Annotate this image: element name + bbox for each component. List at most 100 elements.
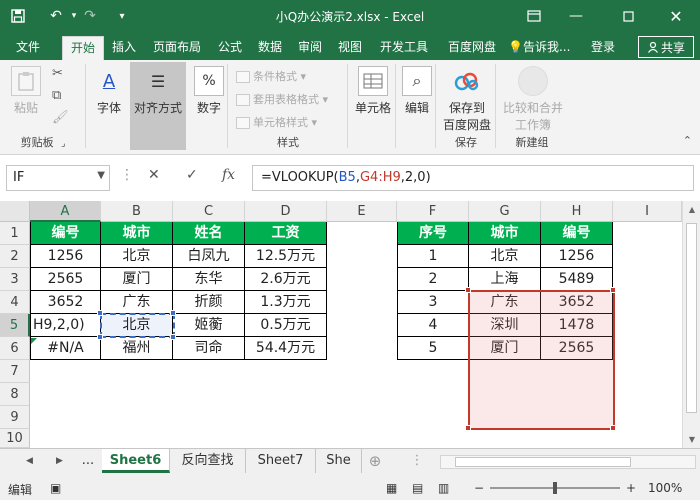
- cell-style-button[interactable]: 单元格样式 ▾: [236, 114, 317, 130]
- font-button[interactable]: A 字体: [90, 66, 128, 116]
- horizontal-scroll-thumb[interactable]: [455, 457, 631, 467]
- paste-button[interactable]: 粘贴: [6, 66, 46, 116]
- horizontal-scrollbar[interactable]: [440, 455, 696, 469]
- zoom-out-button[interactable]: −: [474, 481, 484, 495]
- table2-header-city[interactable]: 城市: [469, 222, 541, 245]
- tab-view[interactable]: 视图: [332, 36, 368, 60]
- sheet-tab-sheet7[interactable]: Sheet7: [246, 449, 316, 473]
- table-cell[interactable]: 4: [397, 314, 469, 337]
- column-header-e[interactable]: E: [327, 201, 397, 222]
- table-cell[interactable]: 司命: [173, 337, 245, 360]
- table-cell[interactable]: 2565: [30, 268, 101, 291]
- format-painter-icon[interactable]: 🖌: [52, 110, 69, 125]
- zoom-slider-thumb[interactable]: [553, 482, 557, 494]
- tab-splitter-icon[interactable]: ⋮: [408, 449, 426, 473]
- table-cell[interactable]: 1478: [541, 314, 613, 337]
- editing-button[interactable]: ⌕ 编辑: [400, 66, 434, 116]
- table1-header-id[interactable]: 编号: [30, 222, 101, 245]
- table-cell[interactable]: 厦门: [469, 337, 541, 360]
- table-cell[interactable]: 白凤九: [173, 245, 245, 268]
- table2-header-id[interactable]: 编号: [541, 222, 613, 245]
- table-cell[interactable]: 5489: [541, 268, 613, 291]
- formula-input[interactable]: =VLOOKUP(B5,G4:H9,2,0): [252, 165, 694, 191]
- alignment-button[interactable]: ☰ 对齐方式: [130, 62, 186, 150]
- minimize-icon[interactable]: —: [562, 4, 590, 28]
- tab-formulas[interactable]: 公式: [212, 36, 248, 60]
- table2-header-index[interactable]: 序号: [397, 222, 469, 245]
- table-cell[interactable]: 12.5万元: [245, 245, 327, 268]
- compare-merge-button[interactable]: 比较和合并 工作簿: [500, 66, 566, 133]
- table-format-button[interactable]: 套用表格格式 ▾: [236, 91, 328, 107]
- check-icon[interactable]: ✓: [186, 167, 198, 183]
- more-sheets-button[interactable]: ...: [74, 449, 102, 473]
- tab-data[interactable]: 数据: [252, 36, 288, 60]
- table1-header-name[interactable]: 姓名: [173, 222, 245, 245]
- sheet-tab-reverse-lookup[interactable]: 反向查找: [170, 449, 246, 473]
- table-cell[interactable]: 0.5万元: [245, 314, 327, 337]
- tab-review[interactable]: 审阅: [292, 36, 328, 60]
- error-cell[interactable]: #N/A: [30, 337, 101, 360]
- table-cell[interactable]: 厦门: [101, 268, 173, 291]
- tab-file[interactable]: 文件: [8, 36, 48, 60]
- ribbon-display-options-icon[interactable]: [520, 4, 548, 28]
- page-break-view-icon[interactable]: ▥: [438, 481, 449, 495]
- column-header-g[interactable]: G: [469, 201, 541, 222]
- table-cell[interactable]: 3652: [541, 291, 613, 314]
- row-header-5[interactable]: 5: [0, 314, 30, 337]
- table-cell[interactable]: 2.6万元: [245, 268, 327, 291]
- sheet-tab-sheet6[interactable]: Sheet6: [102, 449, 170, 473]
- scroll-up-icon[interactable]: ▲: [683, 205, 700, 214]
- table-cell[interactable]: 广东: [101, 291, 173, 314]
- row-header-8[interactable]: 8: [0, 383, 30, 406]
- cells-button[interactable]: 单元格: [352, 66, 394, 116]
- table-cell[interactable]: 2: [397, 268, 469, 291]
- zoom-level[interactable]: 100%: [648, 481, 682, 495]
- table-cell[interactable]: 1: [397, 245, 469, 268]
- scroll-down-icon[interactable]: ▼: [683, 435, 700, 444]
- table-cell[interactable]: 广东: [469, 291, 541, 314]
- normal-view-icon[interactable]: ▦: [386, 481, 397, 495]
- resize-handle[interactable]: [170, 334, 176, 340]
- vertical-scrollbar[interactable]: ▲ ▼: [682, 201, 700, 448]
- column-header-a[interactable]: A: [30, 201, 101, 222]
- cancel-icon[interactable]: ✕: [148, 167, 160, 183]
- row-header-7[interactable]: 7: [0, 360, 30, 383]
- column-header-i[interactable]: I: [613, 201, 682, 222]
- resize-handle[interactable]: [465, 425, 471, 431]
- table1-header-city[interactable]: 城市: [101, 222, 173, 245]
- scissors-icon[interactable]: ✂: [52, 66, 63, 81]
- active-edit-cell[interactable]: H9,2,0): [30, 314, 101, 337]
- column-header-c[interactable]: C: [173, 201, 245, 222]
- tab-insert[interactable]: 插入: [106, 36, 142, 60]
- table-cell[interactable]: 3: [397, 291, 469, 314]
- column-header-h[interactable]: H: [541, 201, 613, 222]
- tab-developer[interactable]: 开发工具: [372, 36, 436, 60]
- table-cell[interactable]: 1256: [541, 245, 613, 268]
- table-cell[interactable]: 北京: [101, 314, 173, 337]
- name-box-dropdown-icon[interactable]: ▼: [97, 170, 105, 181]
- table-cell[interactable]: 2565: [541, 337, 613, 360]
- tell-me-box[interactable]: 💡告诉我...: [508, 36, 580, 60]
- add-sheet-icon[interactable]: ⊕: [364, 449, 386, 473]
- table-cell[interactable]: 1256: [30, 245, 101, 268]
- conditional-format-button[interactable]: 条件格式 ▾: [236, 68, 306, 84]
- row-header-4[interactable]: 4: [0, 291, 30, 314]
- resize-handle[interactable]: [610, 287, 616, 293]
- table-cell[interactable]: 5: [397, 337, 469, 360]
- copy-icon[interactable]: ⧉: [52, 88, 61, 103]
- scroll-right-icon[interactable]: ▶: [56, 456, 63, 466]
- tab-home[interactable]: 开始: [62, 36, 104, 60]
- save-to-baidu-button[interactable]: 保存到 百度网盘: [438, 66, 496, 133]
- number-button[interactable]: % 数字: [192, 66, 226, 116]
- vertical-scroll-thumb[interactable]: [686, 223, 697, 413]
- scroll-left-icon[interactable]: ◀: [26, 456, 33, 466]
- page-layout-view-icon[interactable]: ▤: [412, 481, 423, 495]
- column-header-d[interactable]: D: [245, 201, 327, 222]
- table-cell[interactable]: 北京: [101, 245, 173, 268]
- table-cell[interactable]: 1.3万元: [245, 291, 327, 314]
- resize-handle[interactable]: [465, 287, 471, 293]
- column-header-f[interactable]: F: [397, 201, 469, 222]
- resize-handle[interactable]: [97, 310, 103, 316]
- tab-page-layout[interactable]: 页面布局: [146, 36, 208, 60]
- share-button[interactable]: 共享: [638, 36, 694, 58]
